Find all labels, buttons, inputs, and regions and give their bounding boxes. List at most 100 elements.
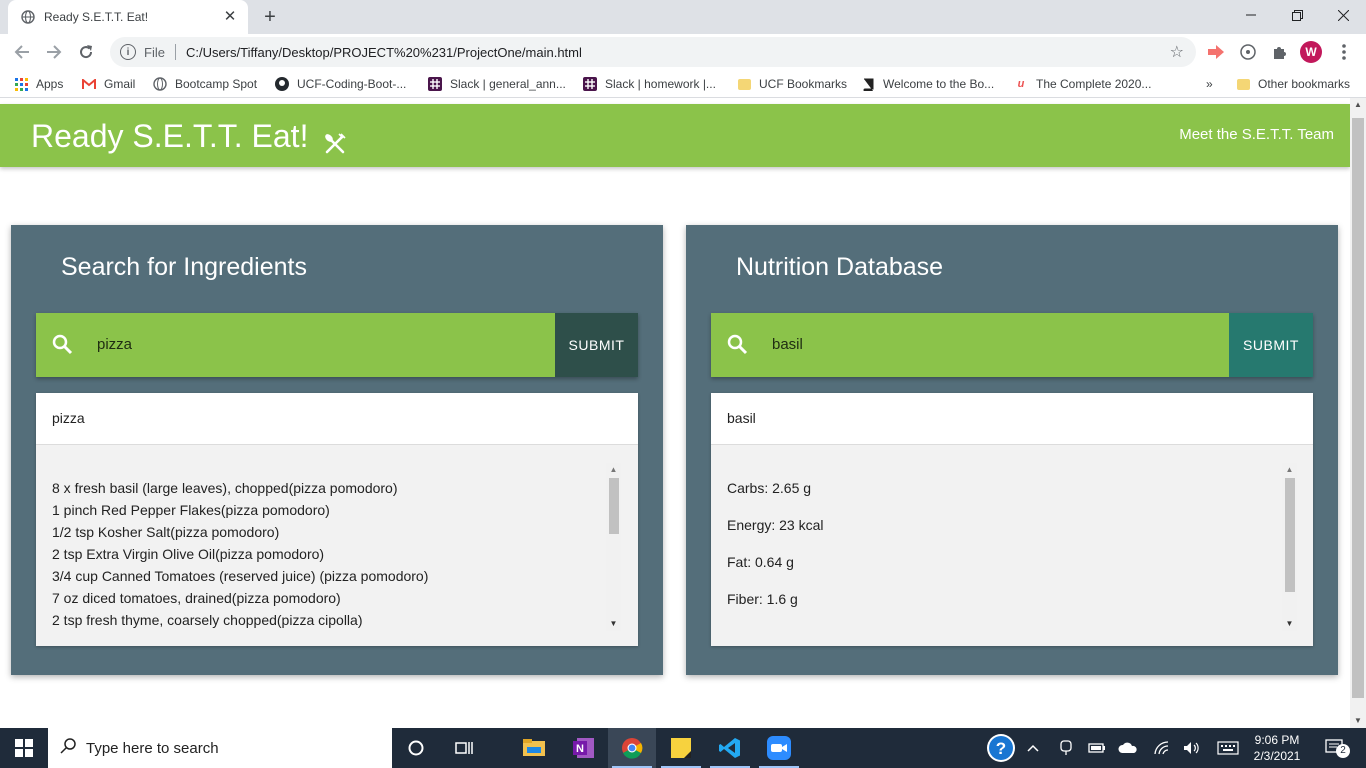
onenote-icon[interactable]: N	[560, 728, 608, 768]
list-item: 3/4 cup Canned Tomatoes (reserved juice)…	[52, 568, 429, 584]
extension-arrow-icon[interactable]	[1206, 42, 1226, 62]
profile-avatar[interactable]: W	[1300, 41, 1322, 63]
reload-icon[interactable]	[74, 40, 98, 64]
menu-kebab-icon[interactable]	[1334, 42, 1354, 62]
extensions-puzzle-icon[interactable]	[1270, 42, 1290, 62]
bookmark-slack-homework[interactable]: Slack | homework |...	[583, 75, 716, 93]
ingredients-search-bar: pizza SUBMIT	[36, 313, 638, 377]
bookmarks-overflow-button[interactable]: »	[1206, 75, 1213, 93]
site-navbar: Ready S.E.T.T. Eat! Meet the S.E.T.T. Te…	[0, 104, 1350, 167]
slack-icon	[428, 77, 442, 91]
bookmark-gmail[interactable]: Gmail	[82, 75, 135, 93]
clock-time: 9:06 PM	[1254, 733, 1300, 747]
bookmark-other[interactable]: Other bookmarks	[1236, 75, 1350, 93]
scroll-up-icon[interactable]: ▲	[1282, 463, 1297, 477]
volume-icon[interactable]	[1180, 728, 1204, 768]
ingredients-submit-button[interactable]: SUBMIT	[555, 313, 638, 377]
bookmark-bootcamp-spot[interactable]: Bootcamp Spot	[153, 75, 257, 93]
file-explorer-icon[interactable]	[510, 728, 558, 768]
chrome-icon[interactable]	[608, 728, 656, 768]
udemy-icon: u	[1017, 78, 1025, 90]
windows-taskbar: Type here to search N ? 9:06 PM 2/3/2021…	[0, 728, 1366, 768]
nutrition-card: Nutrition Database basil SUBMIT basil Ca…	[686, 225, 1338, 675]
nutrition-submit-button[interactable]: SUBMIT	[1229, 313, 1313, 377]
address-separator	[174, 44, 176, 60]
nutrition-search-input[interactable]: basil	[772, 336, 803, 353]
bookmark-label: UCF Bookmarks	[759, 77, 848, 91]
bookmark-label: The Complete 2020...	[1036, 77, 1152, 91]
web-page: Ready S.E.T.T. Eat! Meet the S.E.T.T. Te…	[0, 98, 1350, 728]
minimize-icon[interactable]	[1228, 0, 1274, 30]
bookmark-star-icon[interactable]: ☆	[1170, 42, 1184, 62]
vscode-icon[interactable]	[706, 728, 754, 768]
forward-arrow-icon[interactable]	[42, 40, 66, 64]
folder-icon	[737, 77, 751, 91]
keyboard-icon[interactable]	[1214, 728, 1242, 768]
bookmark-label: Apps	[36, 77, 64, 91]
scroll-down-icon[interactable]: ▼	[606, 617, 621, 631]
task-view-icon[interactable]	[440, 728, 488, 768]
close-window-icon[interactable]	[1320, 0, 1366, 30]
svg-text:?: ?	[996, 739, 1006, 758]
wifi-icon[interactable]	[1150, 728, 1174, 768]
bookmark-ucf-bookmarks[interactable]: UCF Bookmarks	[737, 75, 847, 93]
scrollbar-thumb[interactable]	[1352, 118, 1364, 698]
clock-date: 2/3/2021	[1253, 749, 1301, 763]
slack-icon	[583, 77, 597, 91]
scroll-down-icon[interactable]: ▼	[1282, 617, 1297, 631]
restore-icon[interactable]	[1274, 0, 1320, 30]
sticky-notes-icon[interactable]	[657, 728, 705, 768]
close-tab-icon[interactable]: ✕	[222, 9, 238, 25]
url-text[interactable]: C:/Users/Tiffany/Desktop/PROJECT%20%231/…	[186, 45, 1170, 60]
scroll-down-icon[interactable]: ▼	[1350, 714, 1366, 728]
nutrition-search-bar: basil SUBMIT	[711, 313, 1313, 377]
scrollbar-thumb[interactable]	[1285, 478, 1295, 592]
ingredients-results-heading: pizza	[36, 393, 638, 445]
list-item: 2 tsp Extra Virgin Olive Oil(pizza pomod…	[52, 546, 325, 562]
nutrition-scrollbar[interactable]: ▲ ▼	[1282, 463, 1297, 631]
chevron-up-icon[interactable]	[1022, 728, 1044, 768]
windows-start-icon[interactable]	[0, 728, 48, 768]
system-clock[interactable]: 9:06 PM 2/3/2021	[1246, 732, 1308, 764]
taskbar-search-box[interactable]: Type here to search	[48, 728, 392, 768]
bookmark-complete-2020[interactable]: u The Complete 2020...	[1014, 75, 1152, 93]
zoom-icon[interactable]	[755, 728, 803, 768]
svg-text:N: N	[576, 743, 584, 755]
bookmark-label: Welcome to the Bo...	[883, 77, 995, 91]
scroll-up-icon[interactable]: ▲	[1350, 98, 1366, 112]
bookmark-ucf-coding[interactable]: UCF-Coding-Boot-...	[275, 75, 406, 93]
scrollbar-thumb[interactable]	[609, 478, 619, 534]
help-icon[interactable]: ?	[984, 728, 1018, 768]
address-bar[interactable]: i File C:/Users/Tiffany/Desktop/PROJECT%…	[110, 37, 1196, 67]
ingredients-results-list: 8 x fresh basil (large leaves), chopped(…	[52, 477, 612, 631]
bookmark-welcome[interactable]: Welcome to the Bo...	[861, 75, 994, 93]
browser-tab[interactable]: Ready S.E.T.T. Eat! ✕	[8, 0, 248, 34]
extension-circle-icon[interactable]	[1238, 42, 1258, 62]
meet-now-icon[interactable]	[1054, 728, 1078, 768]
info-icon[interactable]: i	[120, 44, 136, 60]
ingredients-scrollbar[interactable]: ▲ ▼	[606, 463, 621, 631]
bookmark-label: Bootcamp Spot	[175, 77, 258, 91]
ingredients-card: Search for Ingredients pizza SUBMIT pizz…	[11, 225, 663, 675]
meet-team-link[interactable]: Meet the S.E.T.T. Team	[1179, 126, 1334, 143]
brand-title: Ready S.E.T.T. Eat!	[31, 118, 309, 154]
bookmark-label: Slack | homework |...	[605, 77, 716, 91]
onedrive-cloud-icon[interactable]	[1116, 728, 1140, 768]
back-arrow-icon[interactable]	[10, 40, 34, 64]
search-icon	[52, 334, 74, 356]
list-item: 7 oz diced tomatoes, drained(pizza pomod…	[52, 590, 341, 606]
bookmark-apps[interactable]: Apps	[14, 75, 63, 93]
brand-logo[interactable]: Ready S.E.T.T. Eat!	[31, 118, 347, 155]
page-scrollbar[interactable]: ▲ ▼	[1350, 98, 1366, 728]
new-tab-button[interactable]: +	[258, 6, 282, 28]
github-icon	[275, 77, 289, 91]
bookmark-slack-general[interactable]: Slack | general_ann...	[428, 75, 566, 93]
scroll-up-icon[interactable]: ▲	[606, 463, 621, 477]
cortana-icon[interactable]	[392, 728, 440, 768]
globe-icon	[20, 9, 36, 25]
notifications-icon[interactable]: 2	[1318, 728, 1354, 768]
list-item: 2 tsp fresh thyme, coarsely chopped(pizz…	[52, 612, 363, 628]
battery-icon[interactable]	[1085, 728, 1109, 768]
ingredients-search-input[interactable]: pizza	[97, 336, 132, 353]
search-icon	[727, 334, 749, 356]
